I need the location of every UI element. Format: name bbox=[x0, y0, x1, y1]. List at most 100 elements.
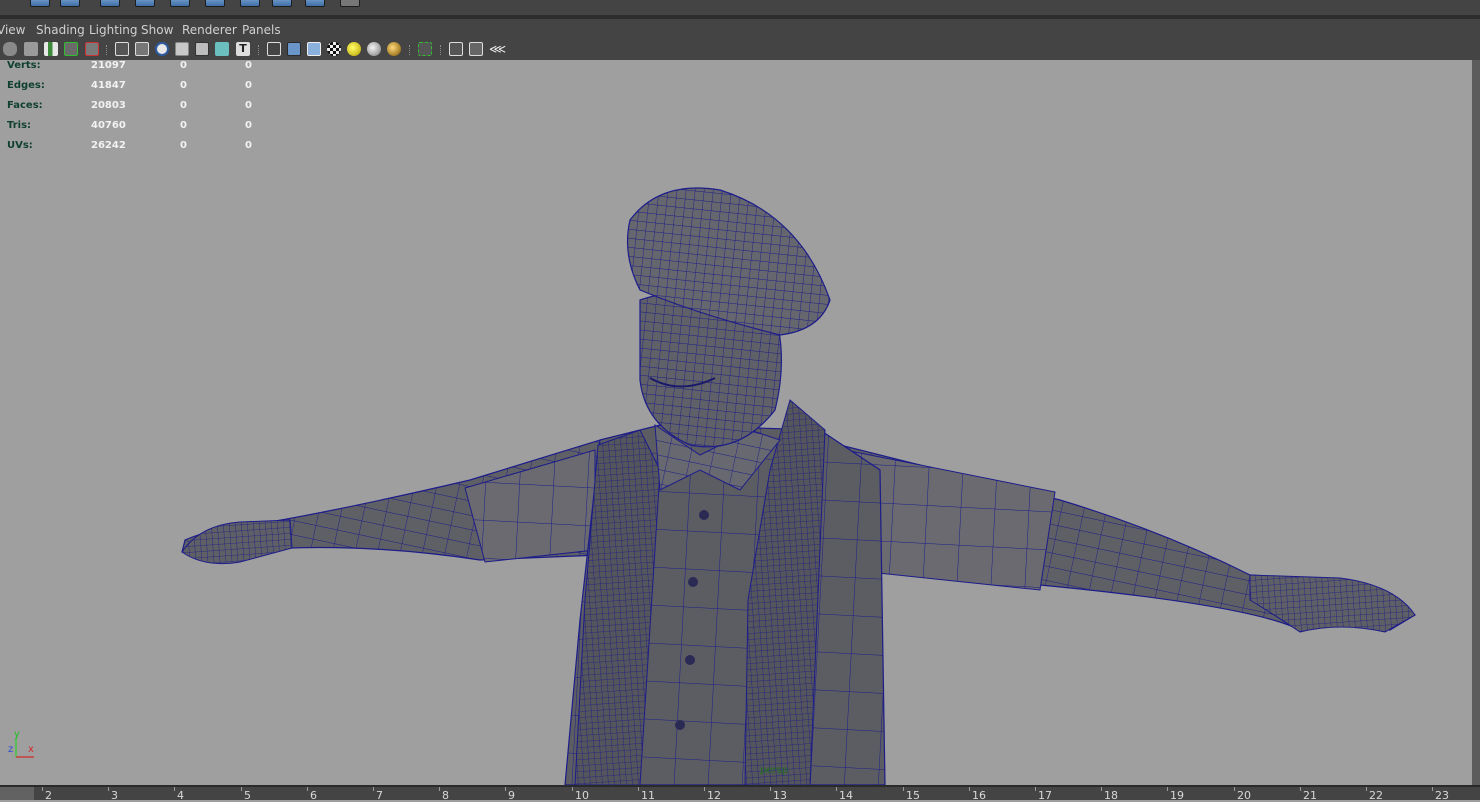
hud-label: Faces: bbox=[7, 100, 43, 111]
timeline-tick bbox=[1234, 787, 1235, 791]
hud-value: 40760 bbox=[91, 120, 126, 131]
checker-icon[interactable] bbox=[327, 42, 341, 56]
timeline-frame-number: 14 bbox=[839, 789, 853, 802]
default-light-icon[interactable] bbox=[367, 42, 381, 56]
axis-x-label: x bbox=[28, 744, 34, 755]
timeline-tick bbox=[638, 787, 639, 791]
menu-lighting[interactable]: Lighting bbox=[89, 23, 138, 37]
timeline-tick bbox=[42, 787, 43, 791]
timeline-frame-number: 5 bbox=[244, 789, 251, 802]
wireframe-on-shaded-icon[interactable] bbox=[307, 42, 321, 56]
timeline-tick bbox=[1035, 787, 1036, 791]
toolbar-separator bbox=[409, 45, 412, 55]
textured-icon[interactable] bbox=[215, 42, 229, 56]
camera-bookmark-icon[interactable] bbox=[24, 42, 38, 56]
shelf-cylinder-icon[interactable] bbox=[100, 0, 120, 7]
menu-renderer[interactable]: Renderer bbox=[182, 23, 237, 37]
frame-all-icon[interactable] bbox=[449, 42, 463, 56]
current-frame-marker[interactable] bbox=[0, 787, 34, 800]
timeline-frame-number: 23 bbox=[1435, 789, 1449, 802]
hud-value: 0 bbox=[180, 140, 187, 151]
shelf-cone-icon[interactable] bbox=[135, 0, 155, 7]
hud-label: Edges: bbox=[7, 80, 45, 91]
timeline-frame-number: 4 bbox=[177, 789, 184, 802]
smooth-cube-icon[interactable] bbox=[287, 42, 301, 56]
timeline-frame-number: 2 bbox=[45, 789, 52, 802]
shelf-prism-icon[interactable] bbox=[272, 0, 292, 7]
time-slider[interactable]: 2 3 4 5 6 7 8 9 10 11 12 13 14 15 16 17 18 19 20 21 22 23 bbox=[0, 785, 1480, 802]
timeline-tick bbox=[836, 787, 837, 791]
timeline-tick bbox=[704, 787, 705, 791]
toolbar-separator bbox=[440, 45, 443, 55]
frame-selection-icon[interactable] bbox=[469, 42, 483, 56]
view-axis-icon: y z x bbox=[8, 729, 40, 762]
viewport-scrollbar[interactable] bbox=[1472, 60, 1480, 785]
shelf-pipe-icon[interactable] bbox=[240, 0, 260, 7]
shelf-plane-icon[interactable] bbox=[170, 0, 190, 7]
smooth-shading-icon[interactable] bbox=[135, 42, 149, 56]
timeline-frame-number: 10 bbox=[575, 789, 589, 802]
timeline-tick bbox=[174, 787, 175, 791]
timeline-frame-number: 12 bbox=[707, 789, 721, 802]
timeline-frame-number: 15 bbox=[906, 789, 920, 802]
menu-shading[interactable]: Shading bbox=[36, 23, 85, 37]
timeline-frame-number: 8 bbox=[442, 789, 449, 802]
shadows-icon[interactable] bbox=[387, 42, 401, 56]
hud-value: 21097 bbox=[91, 60, 126, 71]
timeline-tick bbox=[1101, 787, 1102, 791]
timeline-tick bbox=[108, 787, 109, 791]
perspective-viewport[interactable]: Verts: 21097 0 0 Edges: 41847 0 0 Faces:… bbox=[0, 60, 1472, 785]
timeline-frame-number: 18 bbox=[1104, 789, 1118, 802]
timeline-frame-number: 11 bbox=[641, 789, 655, 802]
isolate-select-icon[interactable] bbox=[418, 42, 432, 56]
axis-z-label: z bbox=[8, 744, 14, 755]
timeline-tick bbox=[1432, 787, 1433, 791]
right-arm bbox=[819, 439, 1416, 633]
timeline-tick bbox=[241, 787, 242, 791]
timeline-tick bbox=[439, 787, 440, 791]
hud-value: 20803 bbox=[91, 100, 126, 111]
panel-menu-bar: View Shading Lighting Show Renderer Pane… bbox=[0, 19, 1480, 40]
menu-show[interactable]: Show bbox=[141, 23, 173, 37]
timeline-tick bbox=[969, 787, 970, 791]
timeline-frame-number: 9 bbox=[508, 789, 515, 802]
image-plane-icon[interactable] bbox=[44, 42, 58, 56]
film-gate-icon[interactable] bbox=[85, 42, 99, 56]
camera-attributes-icon[interactable] bbox=[3, 42, 17, 56]
timeline-tick bbox=[770, 787, 771, 791]
shelf-helix-icon[interactable] bbox=[305, 0, 325, 7]
hud-label: Verts: bbox=[7, 60, 41, 71]
use-all-lights-icon[interactable] bbox=[347, 42, 361, 56]
timeline-frame-number: 22 bbox=[1369, 789, 1383, 802]
timeline-tick bbox=[1167, 787, 1168, 791]
toolbar-separator bbox=[106, 45, 109, 55]
text-icon[interactable]: T bbox=[236, 42, 250, 56]
left-arm bbox=[181, 439, 601, 565]
wireframe-shading-icon[interactable] bbox=[115, 42, 129, 56]
shelf-torus-icon[interactable] bbox=[205, 0, 225, 7]
default-material-icon[interactable] bbox=[155, 42, 169, 56]
shelf-cube-icon[interactable] bbox=[60, 0, 80, 7]
timeline-tick bbox=[903, 787, 904, 791]
share-icon[interactable]: ⋘ bbox=[489, 42, 506, 56]
menu-panels[interactable]: Panels bbox=[242, 23, 281, 37]
character-mesh[interactable] bbox=[0, 60, 1472, 785]
toolbar-separator bbox=[258, 45, 261, 55]
menu-view[interactable]: View bbox=[0, 23, 25, 37]
timeline-frame-number: 3 bbox=[111, 789, 118, 802]
timeline-frame-number: 20 bbox=[1237, 789, 1251, 802]
hud-value: 0 bbox=[180, 120, 187, 131]
wireframe-cube-icon[interactable] bbox=[267, 42, 281, 56]
xray-icon[interactable] bbox=[175, 42, 189, 56]
hud-label: UVs: bbox=[7, 140, 33, 151]
shelf-sphere-icon[interactable] bbox=[30, 0, 50, 7]
grid-toggle-icon[interactable] bbox=[64, 42, 78, 56]
timeline-tick bbox=[307, 787, 308, 791]
timeline-frame-number: 16 bbox=[972, 789, 986, 802]
torso bbox=[564, 399, 886, 785]
timeline-tick bbox=[1366, 787, 1367, 791]
xray-joints-icon[interactable] bbox=[195, 42, 209, 56]
hud-value: 0 bbox=[245, 140, 252, 151]
shelf-more-icon[interactable] bbox=[340, 0, 360, 7]
timeline-tick bbox=[505, 787, 506, 791]
